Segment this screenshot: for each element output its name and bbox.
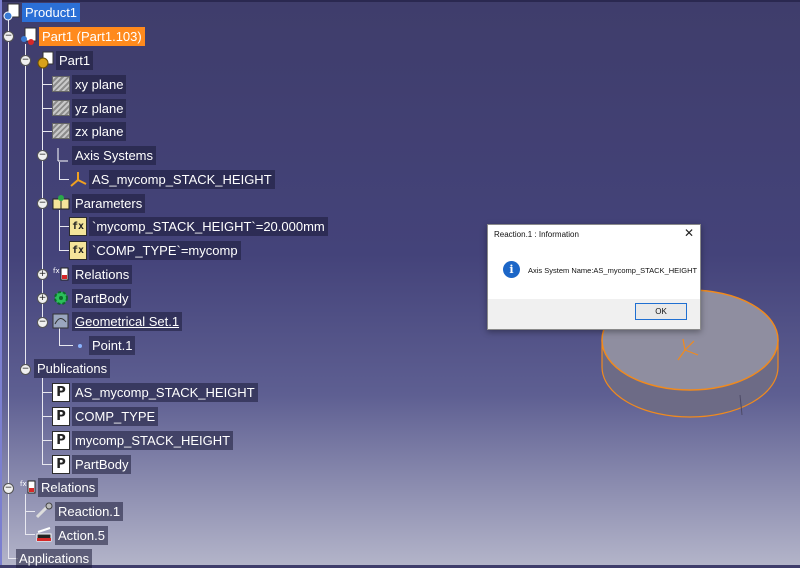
- collapse-toggle[interactable]: −: [37, 317, 48, 328]
- tree-connector: [8, 488, 9, 558]
- product-icon: [3, 3, 21, 21]
- tree-item-xy-plane[interactable]: xy plane: [72, 75, 127, 94]
- tree-item-axis-system[interactable]: AS_mycomp_STACK_HEIGHT: [89, 170, 275, 189]
- tree-item-product-relations[interactable]: Relations: [38, 478, 99, 497]
- tree-item-publication[interactable]: mycomp_STACK_HEIGHT: [72, 431, 234, 450]
- left-border: [0, 0, 2, 565]
- tree-connector: [25, 44, 26, 369]
- parameters-icon: [52, 194, 70, 212]
- tree-connector: [25, 494, 26, 534]
- tree-item-applications[interactable]: Applications: [16, 549, 93, 568]
- collapse-toggle[interactable]: −: [3, 483, 14, 494]
- gear-icon: [52, 289, 70, 307]
- tree-item-relations[interactable]: Relations: [72, 265, 133, 284]
- reaction-icon: [35, 502, 53, 520]
- point-icon: [71, 336, 89, 354]
- collapse-toggle[interactable]: −: [37, 198, 48, 209]
- publication-icon: P: [52, 454, 70, 474]
- tree-item-yz-plane[interactable]: yz plane: [72, 99, 127, 118]
- collapse-toggle[interactable]: −: [20, 364, 31, 375]
- tree-item-product1[interactable]: Product1: [22, 3, 81, 22]
- axis-system-icon: [69, 170, 87, 188]
- expand-toggle[interactable]: +: [37, 293, 48, 304]
- part-instance-icon: [20, 27, 38, 45]
- expand-toggle[interactable]: +: [37, 269, 48, 280]
- tree-item-geometrical-set[interactable]: Geometrical Set.1: [72, 312, 183, 331]
- plane-icon: [52, 122, 70, 140]
- tree-item-publication[interactable]: COMP_TYPE: [72, 407, 159, 426]
- dialog-message: Axis System Name:AS_mycomp_STACK_HEIGHT: [528, 266, 698, 275]
- tree-item-axis-systems[interactable]: Axis Systems: [72, 146, 157, 165]
- info-icon: i: [503, 261, 520, 278]
- tree-connector: [8, 20, 9, 490]
- plane-icon: [52, 75, 70, 93]
- collapse-toggle[interactable]: −: [20, 55, 31, 66]
- tree-item-parameters[interactable]: Parameters: [72, 194, 146, 213]
- tree-item-part1[interactable]: Part1: [56, 51, 94, 70]
- parameter-icon: fx: [69, 216, 87, 236]
- part-icon: [37, 51, 55, 69]
- ok-button[interactable]: OK: [635, 303, 687, 320]
- tree-item-publication[interactable]: PartBody: [72, 455, 132, 474]
- svg-text:fx: fx: [53, 267, 60, 275]
- tree-connector: [42, 68, 43, 323]
- tree-connector: [59, 210, 60, 250]
- tree-item-reaction[interactable]: Reaction.1: [55, 502, 124, 521]
- svg-text:fx: fx: [20, 480, 27, 488]
- tree-item-publications[interactable]: Publications: [34, 359, 111, 378]
- tree-item-partbody[interactable]: PartBody: [72, 289, 132, 308]
- close-icon[interactable]: ✕: [684, 226, 694, 240]
- top-border: [0, 0, 800, 2]
- plane-icon: [52, 99, 70, 117]
- parameter-icon: fx: [69, 240, 87, 260]
- dialog-title: Reaction.1 : Information: [494, 230, 579, 239]
- tree-item-zx-plane[interactable]: zx plane: [72, 122, 127, 141]
- tree-item-publication[interactable]: AS_mycomp_STACK_HEIGHT: [72, 383, 258, 402]
- tree-item-action[interactable]: Action.5: [55, 526, 108, 545]
- relations-icon: fx: [52, 265, 70, 283]
- publication-icon: P: [52, 430, 70, 450]
- tree-item-part-instance[interactable]: Part1 (Part1.103): [39, 27, 145, 46]
- tree-connector: [42, 378, 43, 464]
- tree-item-point[interactable]: Point.1: [89, 336, 136, 355]
- tree-item-parameter[interactable]: `mycomp_STACK_HEIGHT`=20.000mm: [89, 217, 328, 236]
- publication-icon: P: [52, 382, 70, 402]
- collapse-toggle[interactable]: −: [37, 150, 48, 161]
- geometrical-set-icon: [52, 312, 70, 330]
- tree-item-parameter[interactable]: `COMP_TYPE`=mycomp: [89, 241, 241, 260]
- axis-systems-icon: [52, 146, 70, 164]
- relations-icon: fx: [19, 478, 37, 496]
- action-icon: [35, 526, 53, 544]
- tree-connector: [59, 162, 60, 180]
- tree-connector: [59, 328, 60, 345]
- collapse-toggle[interactable]: −: [3, 31, 14, 42]
- publication-icon: P: [52, 406, 70, 426]
